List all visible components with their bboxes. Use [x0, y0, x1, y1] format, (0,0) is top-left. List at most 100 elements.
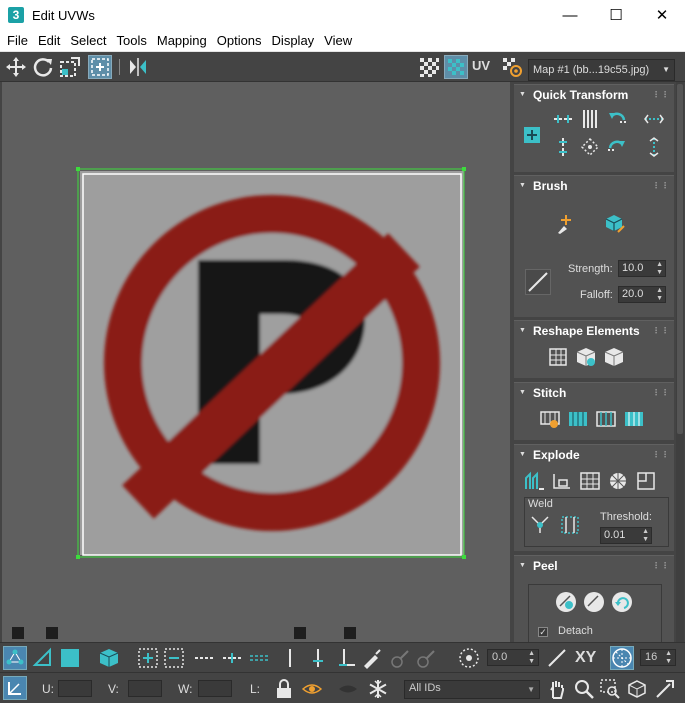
menu-mapping[interactable]: Mapping [152, 31, 212, 51]
ring-shrink-icon[interactable] [334, 646, 358, 670]
uv-toggle-label[interactable]: UV [472, 58, 490, 73]
zoom-icon[interactable] [572, 677, 596, 701]
weld-target-icon[interactable] [558, 513, 582, 537]
spinner-arrows-icon[interactable]: ▲ ▼ [528, 650, 535, 666]
paint-move-brush-icon[interactable] [554, 212, 578, 236]
rotate-cw-icon[interactable] [605, 135, 629, 159]
grow-selection-icon[interactable] [136, 646, 160, 670]
quick-peel-icon[interactable] [554, 590, 578, 614]
flatten-grid-icon[interactable] [578, 469, 602, 493]
shrink-selection-icon[interactable] [162, 646, 186, 670]
zoom-selected-icon[interactable] [653, 677, 677, 701]
vertex-mode-icon[interactable] [3, 646, 27, 670]
menu-file[interactable]: File [2, 31, 33, 51]
pan-icon[interactable] [545, 677, 569, 701]
map-settings-icon[interactable] [500, 55, 524, 79]
show-hidden-icon[interactable] [300, 677, 324, 701]
spinner-arrows-icon[interactable]: ▲ ▼ [656, 287, 663, 303]
freeform-mode-icon[interactable] [88, 55, 112, 79]
peel-mode-icon[interactable] [582, 590, 606, 614]
element-mode-icon[interactable] [97, 646, 121, 670]
loop-shrink-icon[interactable] [247, 646, 271, 670]
stitch-to-source-icon[interactable] [622, 407, 646, 431]
space-horizontal-icon[interactable] [642, 107, 666, 131]
paint-select-icon[interactable] [360, 646, 384, 670]
close-button[interactable]: ✕ [639, 0, 685, 30]
threshold-spinner[interactable]: 0.01 ▲ ▼ [600, 527, 652, 544]
rollout-header-reshape-elements[interactable]: ▼ Reshape Elements ⋮⋮ [514, 321, 674, 340]
stitch-to-target-icon[interactable] [566, 407, 590, 431]
w-coordinate-field[interactable] [198, 680, 232, 697]
soft-selection-value-spinner[interactable]: 0.0 ▲ ▼ [487, 649, 539, 666]
material-id-filter[interactable]: All IDs ▼ [404, 680, 540, 699]
falloff-spinner[interactable]: 20.0 ▲ ▼ [618, 286, 666, 303]
lock-icon[interactable] [272, 677, 296, 701]
scale-icon[interactable] [58, 55, 82, 79]
panel-scrollbar-thumb[interactable] [677, 84, 683, 434]
paint-grow-icon[interactable] [388, 646, 412, 670]
align-center-icon[interactable] [578, 135, 602, 159]
paint-shrink-icon[interactable] [414, 646, 438, 670]
loop-grow-icon[interactable] [220, 646, 244, 670]
edge-mode-icon[interactable] [31, 646, 55, 670]
reset-peel-icon[interactable] [610, 590, 634, 614]
rotate-ccw-icon[interactable] [605, 107, 629, 131]
checker-pattern-icon[interactable] [417, 55, 441, 79]
break-icon[interactable] [522, 469, 546, 493]
ring-select-icon[interactable] [278, 646, 302, 670]
brush-falloff-curve-icon[interactable] [524, 268, 552, 296]
spinner-arrows-icon[interactable]: ▲ ▼ [665, 650, 672, 666]
relax-until-flat-icon[interactable] [574, 345, 598, 369]
menu-display[interactable]: Display [267, 31, 320, 51]
uv-canvas[interactable] [2, 82, 510, 642]
flatten-by-polygon-icon[interactable] [606, 469, 630, 493]
transform-pivot-icon[interactable] [520, 123, 544, 147]
rollout-header-peel[interactable]: ▼ Peel ⋮⋮ [514, 556, 674, 575]
rollout-header-explode[interactable]: ▼ Explode ⋮⋮ [514, 445, 674, 464]
u-coordinate-field[interactable] [58, 680, 92, 697]
menu-tools[interactable]: Tools [112, 31, 152, 51]
rotate-icon[interactable] [31, 55, 55, 79]
menu-edit[interactable]: Edit [33, 31, 65, 51]
detach-checkbox[interactable]: ✓ [538, 627, 548, 637]
zoom-extents-icon[interactable] [625, 677, 649, 701]
mirror-icon[interactable] [126, 55, 150, 79]
soft-selection-icon[interactable] [457, 646, 481, 670]
spinner-arrows-icon[interactable]: ▲ ▼ [656, 261, 663, 277]
uv-editor-viewport[interactable] [2, 82, 510, 642]
align-vertical-lines-icon[interactable] [578, 107, 602, 131]
loop-select-icon[interactable] [192, 646, 216, 670]
flatten-by-smoothing-icon[interactable] [634, 469, 658, 493]
menu-options[interactable]: Options [212, 31, 267, 51]
menu-select[interactable]: Select [65, 31, 111, 51]
align-horizontal-icon[interactable] [551, 107, 575, 131]
texture-map-select[interactable]: Map #1 (bb...19c55.jpg) ▼ [528, 59, 675, 81]
xy-axis-toggle[interactable]: XY [575, 649, 596, 667]
falloff-line-icon[interactable] [545, 646, 569, 670]
ring-grow-icon[interactable] [306, 646, 330, 670]
minimize-button[interactable]: — [547, 0, 593, 30]
rollout-header-quick-transform[interactable]: ▼ Quick Transform ⋮⋮ [514, 85, 674, 104]
menu-view[interactable]: View [319, 31, 357, 51]
align-vertical-icon[interactable] [551, 135, 575, 159]
hide-icon[interactable] [336, 677, 360, 701]
rollout-header-brush[interactable]: ▼ Brush ⋮⋮ [514, 176, 674, 195]
texture-checker-active-icon[interactable] [444, 55, 468, 79]
spinner-arrows-icon[interactable]: ▲ ▼ [642, 528, 649, 544]
move-icon[interactable] [4, 55, 28, 79]
maximize-button[interactable]: ☐ [593, 0, 639, 30]
strength-spinner[interactable]: 10.0 ▲ ▼ [618, 260, 666, 277]
relax-brush-icon[interactable] [602, 212, 626, 236]
stitch-custom-icon[interactable] [538, 407, 562, 431]
space-vertical-icon[interactable] [642, 135, 666, 159]
absolute-mode-icon[interactable] [3, 676, 27, 700]
straighten-selection-icon[interactable] [546, 345, 570, 369]
zoom-region-icon[interactable] [598, 677, 622, 701]
grid-snap-icon[interactable] [610, 646, 634, 670]
polygon-mode-icon[interactable] [58, 646, 82, 670]
panel-scrollbar[interactable] [676, 82, 684, 642]
detach-edge-icon[interactable] [550, 469, 574, 493]
relax-icon[interactable] [602, 345, 626, 369]
rollout-header-stitch[interactable]: ▼ Stitch ⋮⋮ [514, 383, 674, 402]
v-coordinate-field[interactable] [128, 680, 162, 697]
